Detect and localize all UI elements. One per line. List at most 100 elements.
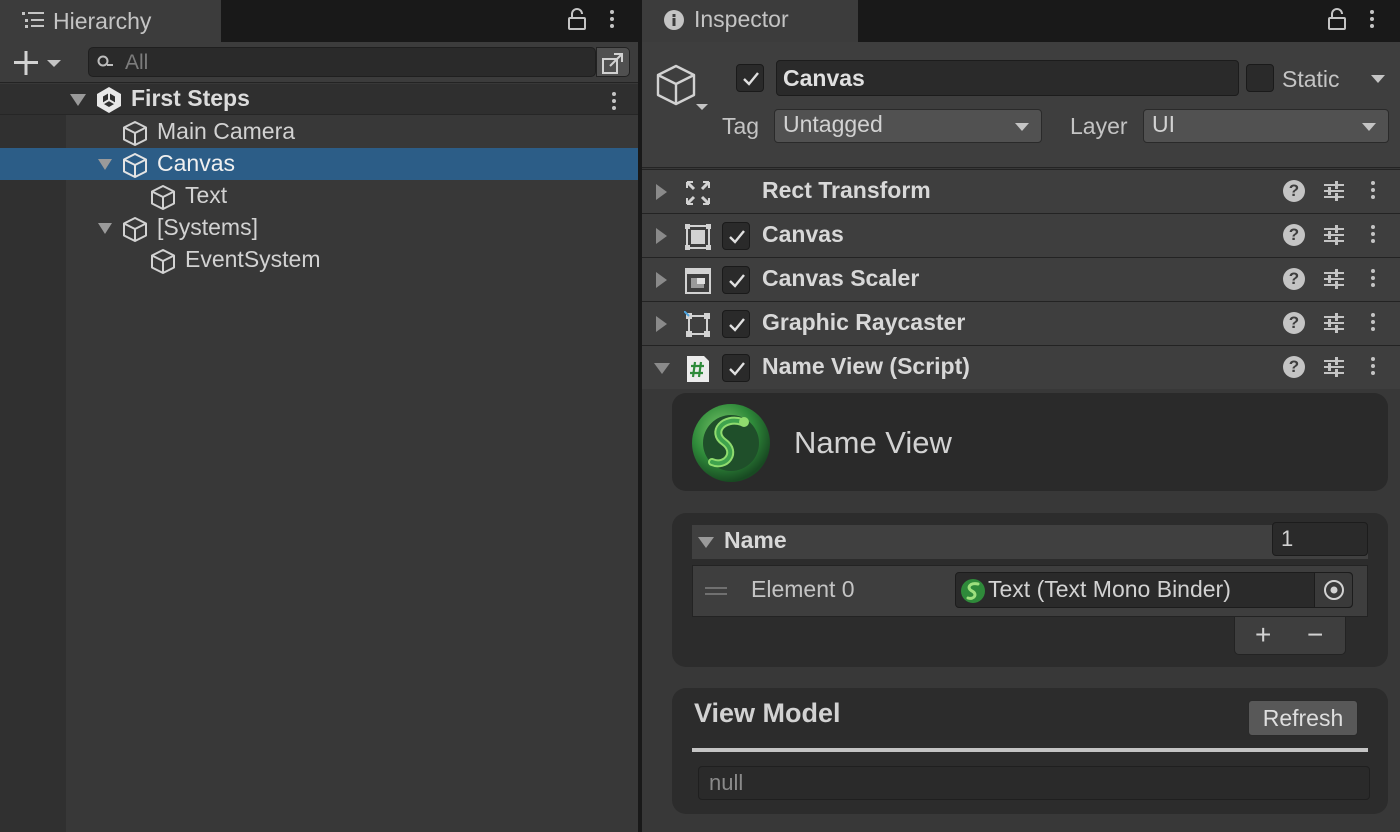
canvas-icon <box>685 224 711 250</box>
scene-name: First Steps <box>131 85 250 111</box>
preset-sliders-icon[interactable] <box>1322 179 1346 203</box>
hierarchy-item-label: EventSystem <box>185 246 321 272</box>
help-icon[interactable]: ? <box>1283 224 1305 246</box>
component-canvas-scaler[interactable]: Canvas Scaler ? <box>642 257 1400 301</box>
component-rect-transform[interactable]: Rect Transform ? <box>642 169 1400 213</box>
graphic-raycaster-icon <box>684 311 710 337</box>
foldout-arrow-icon[interactable] <box>98 159 112 170</box>
tag-dropdown[interactable]: Untagged <box>774 109 1042 143</box>
component-title: Graphic Raycaster <box>762 309 966 335</box>
inspector-tab-title: Inspector <box>694 6 789 32</box>
canvas-scaler-icon <box>685 268 711 294</box>
name-list-header[interactable]: Name <box>692 525 1368 559</box>
hierarchy-toolbar: All <box>0 42 638 83</box>
search-placeholder: All <box>125 51 149 74</box>
component-menu-icon[interactable] <box>1370 269 1376 290</box>
foldout-arrow-icon[interactable] <box>656 272 667 288</box>
list-name-label: Name <box>724 527 787 553</box>
drag-handle-icon[interactable] <box>705 587 727 599</box>
static-toggle[interactable] <box>1246 64 1274 92</box>
search-icon <box>97 55 113 67</box>
view-model-field[interactable]: null <box>698 766 1370 800</box>
gameobject-header: Canvas Static Tag Untagged Layer UI <box>642 42 1400 168</box>
preset-sliders-icon[interactable] <box>1322 355 1346 379</box>
foldout-arrow-icon[interactable] <box>656 184 667 200</box>
gameobject-cube-icon <box>151 185 175 210</box>
info-icon <box>664 10 684 30</box>
component-menu-icon[interactable] <box>1370 313 1376 334</box>
target-picker-icon <box>1324 580 1344 600</box>
checkmark-icon <box>743 72 759 86</box>
gameobject-icon[interactable] <box>656 64 712 116</box>
chevron-down-icon <box>1015 123 1029 131</box>
inspector-tab[interactable]: Inspector <box>642 0 858 42</box>
hierarchy-tab[interactable]: Hierarchy <box>0 0 221 42</box>
hierarchy-item-label: Canvas <box>157 150 235 176</box>
hierarchy-search-input[interactable]: All <box>88 47 596 77</box>
gameobject-cube-icon <box>151 249 175 274</box>
hierarchy-tab-title: Hierarchy <box>53 8 152 34</box>
component-enabled-toggle[interactable] <box>722 266 750 294</box>
help-icon[interactable]: ? <box>1283 180 1305 202</box>
refresh-button[interactable]: Refresh <box>1248 700 1358 736</box>
preset-sliders-icon[interactable] <box>1322 311 1346 335</box>
foldout-arrow-icon[interactable] <box>656 316 667 332</box>
inspector-menu-icon[interactable] <box>1369 10 1375 31</box>
help-icon[interactable]: ? <box>1283 356 1305 378</box>
rect-transform-icon <box>685 180 711 206</box>
layer-dropdown[interactable]: UI <box>1143 109 1389 143</box>
help-icon[interactable]: ? <box>1283 268 1305 290</box>
preset-sliders-icon[interactable] <box>1322 223 1346 247</box>
active-toggle[interactable] <box>736 64 764 92</box>
serpent-small-icon <box>961 579 985 603</box>
foldout-arrow-icon[interactable] <box>656 228 667 244</box>
gameobject-cube-icon <box>123 153 147 178</box>
hierarchy-item-text[interactable]: Text <box>0 180 638 212</box>
hierarchy-item-eventsystem[interactable]: EventSystem <box>0 244 638 276</box>
inspector-panel: Inspector Canvas Static Tag Untagged Lay… <box>642 0 1400 832</box>
component-canvas[interactable]: Canvas ? <box>642 213 1400 257</box>
lock-icon[interactable] <box>1328 8 1346 30</box>
component-graphic-raycaster[interactable]: Graphic Raycaster ? <box>642 301 1400 345</box>
remove-element-button[interactable]: − <box>1307 619 1323 651</box>
scene-header-row[interactable]: First Steps <box>0 84 638 115</box>
preset-sliders-icon[interactable] <box>1322 267 1346 291</box>
foldout-arrow-icon[interactable] <box>654 363 670 374</box>
lock-icon[interactable] <box>568 8 586 30</box>
hierarchy-item-main-camera[interactable]: Main Camera <box>0 116 638 148</box>
scene-foldout-icon[interactable] <box>70 94 86 106</box>
list-size-value: 1 <box>1281 526 1294 551</box>
scene-menu-icon[interactable] <box>611 92 617 113</box>
component-title: Canvas <box>762 221 844 247</box>
object-name-field[interactable]: Canvas <box>776 60 1239 96</box>
view-model-value: null <box>709 770 744 795</box>
name-view-body: Name View Name 1 Element 0 Text (Text Mo… <box>642 389 1400 832</box>
list-add-remove-footer: + − <box>1234 617 1346 655</box>
component-menu-icon[interactable] <box>1370 357 1376 378</box>
component-menu-icon[interactable] <box>1370 181 1376 202</box>
component-title: Rect Transform <box>762 177 931 203</box>
list-size-field[interactable]: 1 <box>1272 522 1368 556</box>
add-element-button[interactable]: + <box>1255 619 1271 651</box>
object-name-value: Canvas <box>783 65 865 91</box>
serpent-logo-icon <box>692 404 770 482</box>
hierarchy-item-systems[interactable]: [Systems] <box>0 212 638 244</box>
component-menu-icon[interactable] <box>1370 225 1376 246</box>
component-enabled-toggle[interactable] <box>722 222 750 250</box>
open-search-window-button[interactable] <box>596 47 630 77</box>
object-picker-button[interactable] <box>1314 573 1352 607</box>
foldout-arrow-icon[interactable] <box>98 223 112 234</box>
foldout-arrow-icon[interactable] <box>698 537 714 548</box>
hierarchy-menu-icon[interactable] <box>609 10 615 31</box>
component-name-view-script[interactable]: Name View (Script) ? <box>642 345 1400 389</box>
help-icon[interactable]: ? <box>1283 312 1305 334</box>
hierarchy-item-canvas[interactable]: Canvas <box>0 148 638 180</box>
component-enabled-toggle[interactable] <box>722 310 750 338</box>
component-enabled-toggle[interactable] <box>722 354 750 382</box>
divider <box>692 748 1368 752</box>
element-object-field[interactable]: Text (Text Mono Binder) <box>955 572 1353 608</box>
checkmark-icon <box>729 362 745 376</box>
create-dropdown-button[interactable] <box>14 50 64 76</box>
hierarchy-list-icon <box>22 12 44 28</box>
static-dropdown-icon[interactable] <box>1370 74 1386 84</box>
